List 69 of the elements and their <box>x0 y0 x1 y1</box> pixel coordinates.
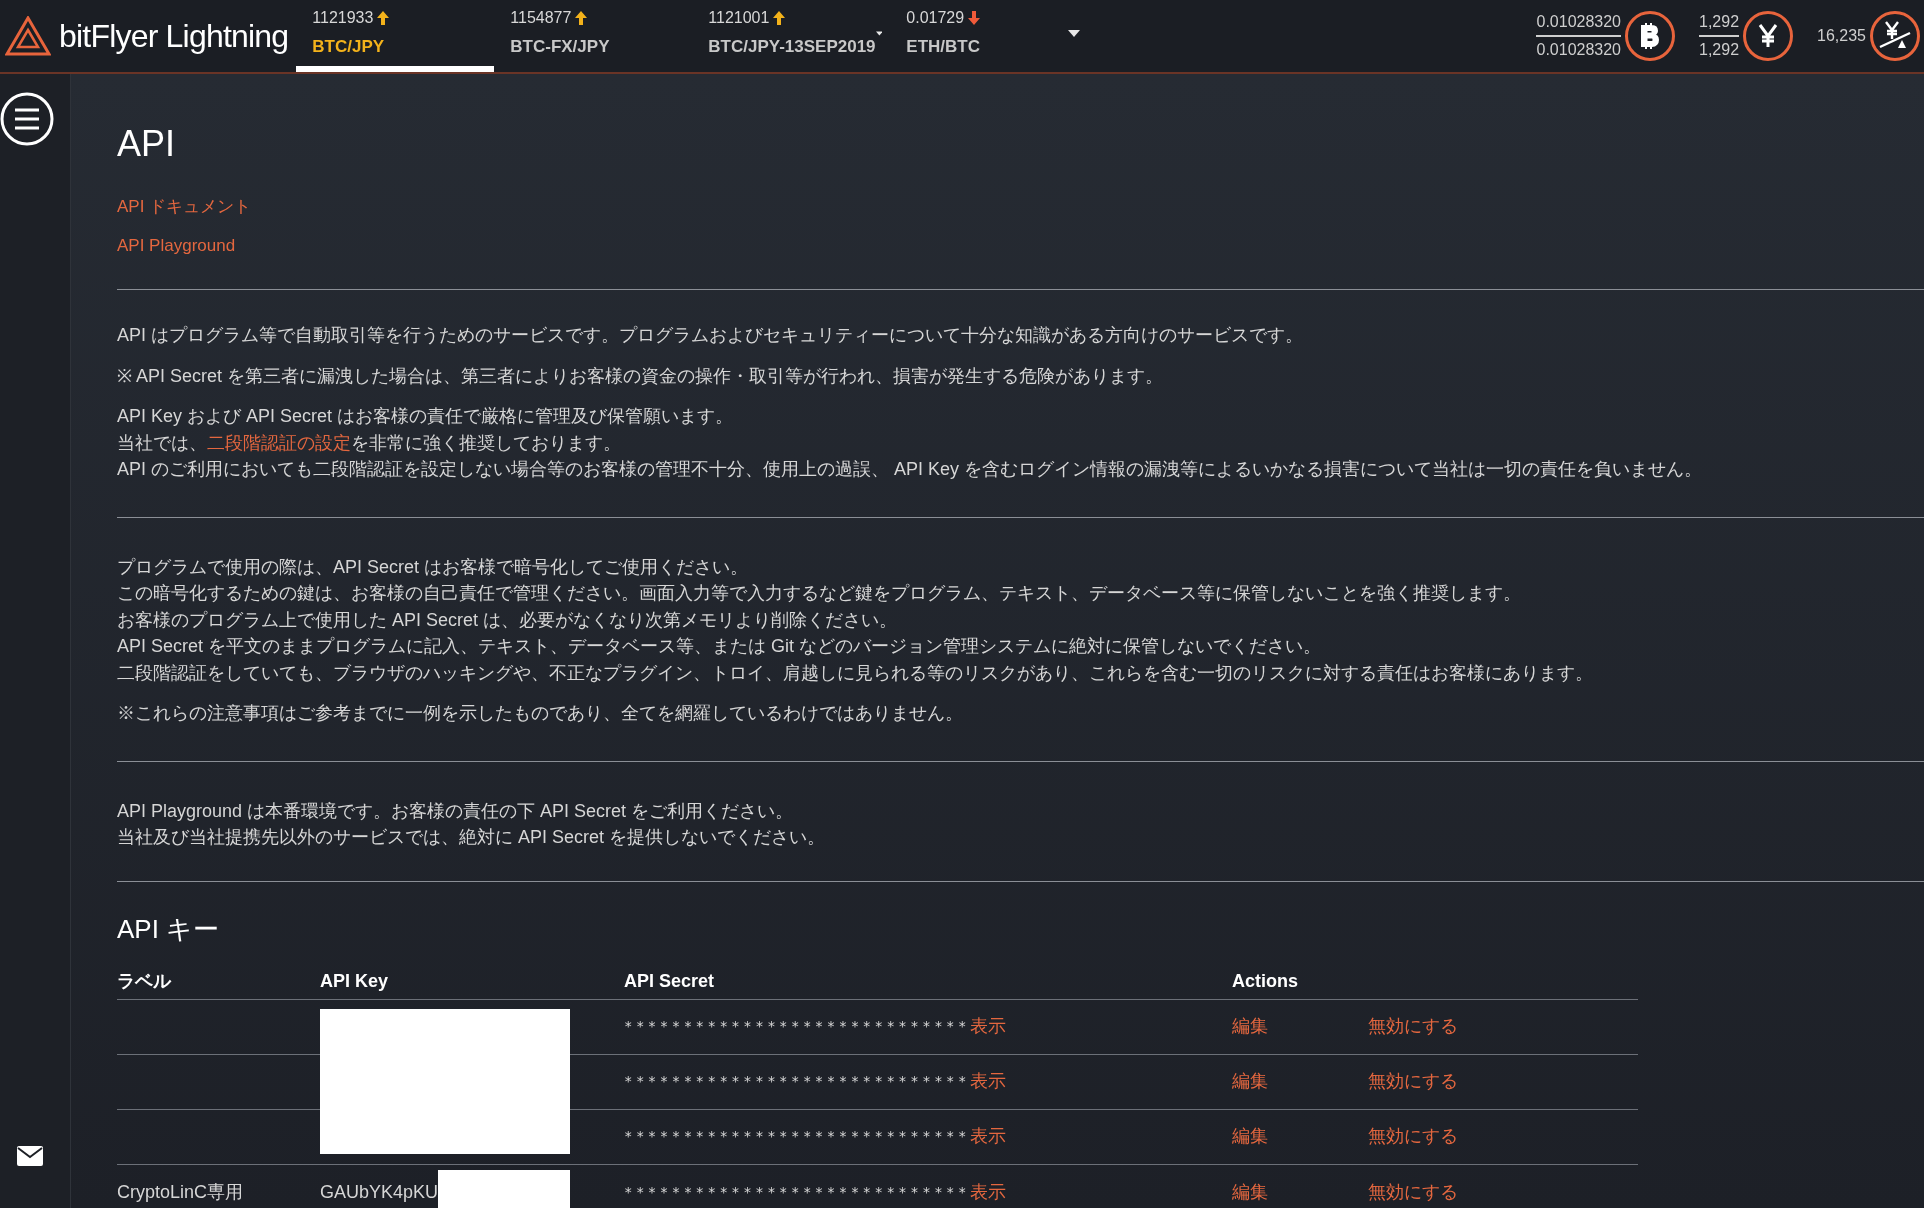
notice-text: プログラムで使用の際は、API Secret はお客様で暗号化してご使用ください。 <box>117 555 750 579</box>
ticker-tab[interactable]: 1154877 BTC-FX/JPY <box>494 0 693 72</box>
envelope-icon[interactable] <box>17 1146 43 1166</box>
notice-text: ※ API Secret を第三者に漏洩した場合は、第三者によりお客様の資金の操作・取引等が行われ、損害が発生する危険があります。 <box>117 364 1165 388</box>
ticker-price: 0.01729 <box>906 8 965 29</box>
ticker-price: 1154877 <box>510 8 572 29</box>
masked-secret: ***************************** <box>624 1127 970 1147</box>
masked-secret: ***************************** <box>624 1017 970 1037</box>
caret-icon[interactable] <box>1068 29 1081 37</box>
ticker-price: 1121001 <box>708 8 770 29</box>
doc-link[interactable]: API ドキュメント <box>117 194 252 221</box>
label-text: CryptoLinC専用 <box>117 1181 244 1202</box>
ticker-tab[interactable]: 1121001 BTC/JPY-13SEP2019 <box>692 0 891 72</box>
show-link[interactable]: 表示 <box>969 1178 1006 1206</box>
balance-value: 1,292 <box>1699 9 1740 37</box>
notice-text: この暗号化するための鍵は、お客様の自己責任で管理ください。画面入力等で入力するなど鍵をプログラム、テキスト、データベース等に保管しないことを強く推奨します。 <box>117 582 1522 605</box>
edit-link[interactable]: 編集 <box>1232 1126 1268 1147</box>
two-factor-link[interactable]: 二段階認証の設定 <box>207 432 351 453</box>
show-link[interactable]: 表示 <box>969 1068 1006 1095</box>
yen-icon[interactable] <box>1743 11 1794 61</box>
logo-text: bitFlyer Lightning <box>59 17 289 56</box>
doc-link[interactable]: API Playground <box>117 232 236 259</box>
up-arrow-icon <box>377 11 390 26</box>
down-arrow-icon <box>968 11 981 26</box>
notice-text: ※これらの注意事項はご参考までに一例を示したものであり、全てを網羅しているわけではありません。 <box>117 702 964 725</box>
column-header: ラベル <box>117 969 173 993</box>
ticker-price: 1121933 <box>312 8 374 29</box>
disable-link[interactable]: 無効にする <box>1368 1016 1458 1037</box>
ticker-tab[interactable]: 0.01729 ETH/BTC <box>890 0 1089 72</box>
caret-icon[interactable] <box>875 29 883 37</box>
ticker-pair: BTC/JPY <box>312 36 386 59</box>
disable-link[interactable]: 無効にする <box>1368 1181 1458 1202</box>
api-key-text: GAUbYK4pKU <box>320 1180 439 1204</box>
ticker-pair: ETH/BTC <box>906 36 981 59</box>
up-arrow-icon <box>575 11 588 26</box>
notice-text: API のご利用においても二段階認証を設定しない場合等のお客様の管理不十分、使用上の過誤、 API Key を含むログイン情報の漏洩等によるいかなる損害について当社は一切の責任を負いません。 <box>117 458 1704 481</box>
disable-link[interactable]: 無効にする <box>1368 1126 1458 1147</box>
notice-text: 当社では、二段階認証の設定を非常に強く推奨しております。 <box>117 431 622 455</box>
balance-value: 0.01028320 <box>1536 9 1621 37</box>
notice-text: API はプログラム等で自動取引等を行うためのサービスです。プログラムおよびセキュリティーについて十分な知識がある方向けのサービスです。 <box>117 324 1304 347</box>
up-arrow-icon <box>773 11 786 26</box>
ticker-pair: BTC-FX/JPY <box>510 36 610 59</box>
notice-text: API Key および API Secret はお客様の責任で厳格に管理及び保管願います。 <box>117 405 735 428</box>
masked-secret: ***************************** <box>624 1182 970 1202</box>
balance-value: 16,235 <box>1817 26 1866 46</box>
yen-scale-icon[interactable] <box>1870 11 1920 61</box>
disable-link[interactable]: 無効にする <box>1368 1071 1458 1092</box>
balance-value: 1,292 <box>1699 40 1740 60</box>
balance-value: 0.01028320 <box>1536 40 1621 60</box>
bitcoin-icon[interactable] <box>1625 11 1675 61</box>
section-title: API キー <box>117 912 221 946</box>
edit-link[interactable]: 編集 <box>1232 1181 1268 1202</box>
column-header: Actions <box>1232 969 1298 993</box>
notice-text: お客様のプログラム上で使用した API Secret は、必要がなくなり次第メモリより削除ください。 <box>117 608 899 632</box>
page-title: API <box>117 122 177 166</box>
edit-link[interactable]: 編集 <box>1232 1016 1268 1037</box>
notice-text: 当社及び当社提携先以外のサービスでは、絶対に API Secret を提供しないでください。 <box>117 826 827 849</box>
notice-text: 二段階認証をしていても、ブラウザのハッキングや、不正なプラグイン、トロイ、肩越しに見られる等のリスクがあり、これらを含む一切のリスクに対する責任はお客様にあります。 <box>117 661 1594 685</box>
notice-text: API Secret を平文のままプログラムに記入、テキスト、データベース等、または Git などのバージョン管理システムに絶対に保管しないでください。 <box>117 635 1323 658</box>
masked-secret: ***************************** <box>624 1072 970 1092</box>
logo-icon <box>5 16 51 56</box>
ticker-pair: BTC/JPY-13SEP2019 <box>708 36 876 59</box>
column-header: API Secret <box>624 969 716 993</box>
show-link[interactable]: 表示 <box>969 1123 1006 1150</box>
menu-icon[interactable] <box>0 92 54 146</box>
column-header: API Key <box>320 969 390 993</box>
show-link[interactable]: 表示 <box>969 1013 1006 1040</box>
notice-text: API Playground は本番環境です。お客様の責任の下 API Secret をご利用ください。 <box>117 799 795 823</box>
edit-link[interactable]: 編集 <box>1232 1071 1268 1092</box>
